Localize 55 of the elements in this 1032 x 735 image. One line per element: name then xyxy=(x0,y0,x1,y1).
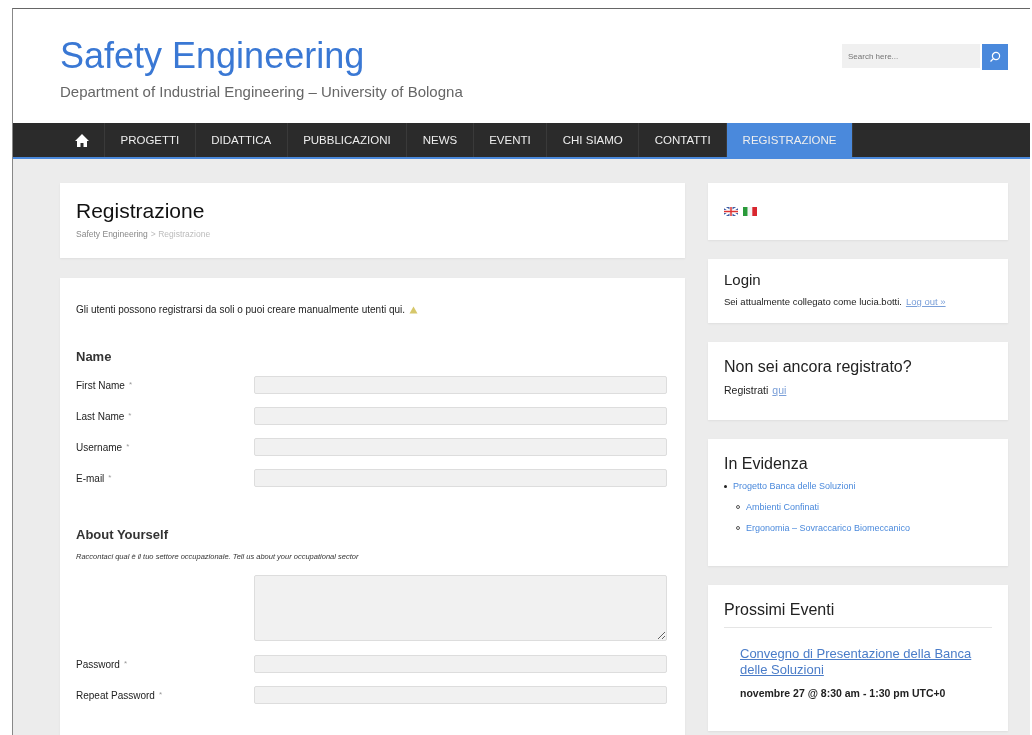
italy-flag-icon[interactable] xyxy=(743,207,757,216)
required-mark: * xyxy=(123,658,128,670)
widget-title: Prossimi Eventi xyxy=(724,601,992,628)
event-link[interactable]: Convegno di Presentazione della Banca delle Soluzioni xyxy=(740,646,992,679)
nav-link[interactable]: REGISTRAZIONE xyxy=(727,123,854,157)
page-title: Registrazione xyxy=(76,199,206,223)
field-label: Last Name xyxy=(76,410,125,422)
intro-text: Gli utenti possono registrarsi da soli o puoi creare manualmente utenti qui. xyxy=(76,304,406,315)
nav-link[interactable]: DIDATTICA xyxy=(195,123,288,157)
list-link[interactable]: Ambienti Confinati xyxy=(746,502,820,512)
home-icon xyxy=(74,132,90,148)
nav-link[interactable]: PROGETTI xyxy=(105,123,196,157)
uk-flag-icon[interactable] xyxy=(724,207,738,216)
nav-link[interactable]: PUBBLICAZIONI xyxy=(287,123,408,157)
input-field[interactable] xyxy=(254,407,667,425)
field-label: Repeat Password xyxy=(76,689,155,701)
input-field[interactable] xyxy=(254,376,667,394)
search-button[interactable] xyxy=(982,44,1008,70)
textarea-field[interactable] xyxy=(254,575,667,641)
link[interactable]: qui xyxy=(772,384,787,396)
field-label: Username xyxy=(76,441,123,453)
required-mark: * xyxy=(128,410,132,422)
bullet-icon xyxy=(724,484,727,488)
password-field[interactable] xyxy=(254,655,667,673)
warning-icon xyxy=(409,305,419,314)
widget-title: Non sei ancora registrato? xyxy=(724,358,913,376)
nav-link[interactable]: NEWS xyxy=(407,123,474,157)
widget-title: In Evidenza xyxy=(724,455,809,473)
field-label: Password xyxy=(76,658,120,670)
search-field[interactable]: Search here... xyxy=(842,44,980,68)
section-heading: About Yourself xyxy=(76,527,169,542)
nav-link[interactable]: CHI SIAMO xyxy=(547,123,640,157)
widget-title: Login xyxy=(724,271,762,288)
field-label: E-mail xyxy=(76,472,105,484)
required-mark: * xyxy=(158,689,163,701)
search-icon xyxy=(989,51,1001,63)
event-time: novembre 27 @ 8:30 am - 1:30 pm UTC+0 xyxy=(740,686,947,699)
link[interactable]: Log out » xyxy=(905,296,946,307)
site-subtitle: Department of Industrial Engineering – University of Bologna xyxy=(60,82,463,100)
input-field[interactable] xyxy=(254,469,667,487)
widget-text: Sei attualmente collegato come lucia.botti. xyxy=(724,296,902,307)
list-link[interactable]: Progetto Banca delle Soluzioni xyxy=(733,481,856,491)
section-heading: Name xyxy=(76,349,113,364)
password-field[interactable] xyxy=(254,686,667,704)
field-label: First Name xyxy=(76,379,125,391)
nav-link[interactable]: EVENTI xyxy=(473,123,548,157)
breadcrumb-link[interactable]: Safety Engineering xyxy=(76,229,148,239)
site-title[interactable]: Safety Engineering xyxy=(60,34,463,77)
widget-text: Registrati xyxy=(724,384,769,396)
required-mark: * xyxy=(108,472,112,484)
breadcrumb-current: > Registrazione xyxy=(150,229,211,239)
required-mark: * xyxy=(128,379,133,391)
list-link[interactable]: Ergonomia – Sovraccarico Biomeccanico xyxy=(746,523,911,533)
input-field[interactable] xyxy=(254,438,667,456)
required-mark: * xyxy=(126,441,130,453)
